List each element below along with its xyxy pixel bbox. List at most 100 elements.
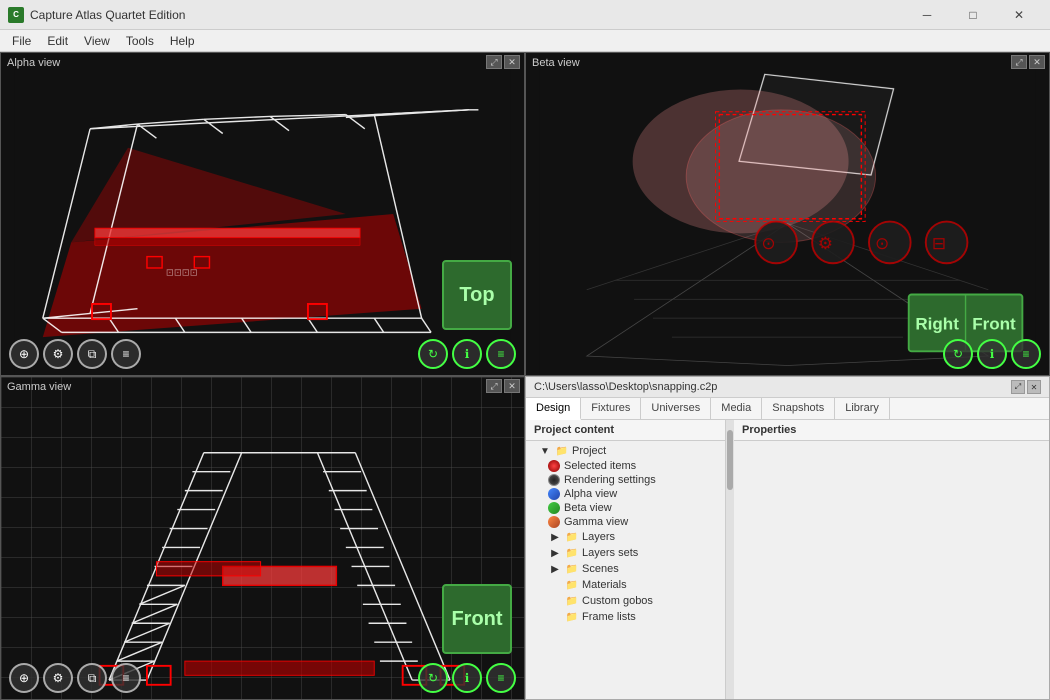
gamma-view-orientation-cube[interactable]: Front: [442, 584, 512, 654]
tree-item-beta[interactable]: Beta view: [526, 501, 725, 515]
tree-item-rendering[interactable]: Rendering settings: [526, 473, 725, 487]
tree-scroll-thumb[interactable]: [727, 430, 733, 490]
alpha-settings-button[interactable]: ⚙: [43, 339, 73, 369]
minimize-button[interactable]: ─: [904, 0, 950, 30]
alpha-list-button[interactable]: ≡: [111, 339, 141, 369]
svg-text:⊙: ⊙: [875, 234, 889, 253]
gamma-menu-button[interactable]: ≡: [486, 663, 516, 693]
beta-view-icon: [548, 502, 560, 514]
tree-item-scenes[interactable]: ▶ 📁 Scenes: [526, 561, 725, 577]
tab-universes[interactable]: Universes: [641, 398, 711, 419]
tree-label-selected: Selected items: [564, 460, 636, 472]
rendering-icon: [548, 474, 560, 486]
tree-item-framelists[interactable]: 📁 Frame lists: [526, 609, 725, 625]
svg-text:⊡⊡⊡⊡: ⊡⊡⊡⊡: [166, 268, 198, 279]
tree-label-gobos: Custom gobos: [582, 595, 653, 607]
beta-menu-button[interactable]: ≡: [1011, 339, 1041, 369]
tab-fixtures[interactable]: Fixtures: [581, 398, 641, 419]
gamma-view-label: Gamma view: [7, 381, 71, 393]
app-title: Capture Atlas Quartet Edition: [30, 8, 904, 22]
tab-snapshots[interactable]: Snapshots: [762, 398, 835, 419]
tab-media[interactable]: Media: [711, 398, 762, 419]
beta-undock-button[interactable]: ⤢: [1011, 55, 1027, 69]
tree-item-materials[interactable]: 📁 Materials: [526, 577, 725, 593]
tree-item-gamma[interactable]: Gamma view: [526, 515, 725, 529]
menu-help[interactable]: Help: [162, 32, 203, 50]
tree-item-project[interactable]: ▼ 📁 Project: [526, 443, 725, 459]
gamma-list-button[interactable]: ≡: [111, 663, 141, 693]
materials-spacer: [548, 578, 562, 592]
beta-bottom-controls: ↻ ℹ ≡: [526, 339, 1049, 369]
menu-view[interactable]: View: [76, 32, 118, 50]
tree-item-alpha[interactable]: Alpha view: [526, 487, 725, 501]
alpha-view-orientation-cube[interactable]: Top: [442, 260, 512, 330]
gamma-info-button[interactable]: ℹ: [452, 663, 482, 693]
menu-tools[interactable]: Tools: [118, 32, 162, 50]
beta-refresh-button[interactable]: ↻: [943, 339, 973, 369]
gamma-close-button[interactable]: ✕: [504, 379, 520, 393]
gamma-settings-button[interactable]: ⚙: [43, 663, 73, 693]
gamma-camera-button[interactable]: ⧉: [77, 663, 107, 693]
design-tabs: Design Fixtures Universes Media Snapshot…: [526, 398, 1049, 420]
alpha-view-label: Alpha view: [7, 57, 60, 69]
properties-section: Properties: [734, 420, 1049, 699]
tree-item-selected[interactable]: Selected items: [526, 459, 725, 473]
gamma-undock-button[interactable]: ⤢: [486, 379, 502, 393]
layers-folder-icon: 📁: [565, 530, 579, 544]
menu-file[interactable]: File: [4, 32, 39, 50]
maximize-button[interactable]: □: [950, 0, 996, 30]
beta-view-top-controls: ⤢ ✕: [1011, 55, 1045, 69]
tree-label-layers-sets: Layers sets: [582, 547, 638, 559]
alpha-camera-button[interactable]: ⧉: [77, 339, 107, 369]
alpha-refresh-button[interactable]: ↻: [418, 339, 448, 369]
alpha-close-button[interactable]: ✕: [504, 55, 520, 69]
layersets-folder-icon: 📁: [565, 546, 579, 560]
alpha-view-left-controls: ⊕ ⚙ ⧉ ≡: [9, 339, 141, 369]
alpha-info-button[interactable]: ℹ: [452, 339, 482, 369]
menubar: File Edit View Tools Help: [0, 30, 1050, 52]
beta-view-right-controls: ↻ ℹ ≡: [943, 339, 1041, 369]
tab-design[interactable]: Design: [526, 398, 581, 420]
alpha-target-button[interactable]: ⊕: [9, 339, 39, 369]
panel-close-button[interactable]: ✕: [1027, 380, 1041, 394]
tab-library[interactable]: Library: [835, 398, 890, 419]
menu-edit[interactable]: Edit: [39, 32, 76, 50]
alpha-view-icon: [548, 488, 560, 500]
project-content-header: Project content: [526, 420, 725, 441]
gamma-refresh-button[interactable]: ↻: [418, 663, 448, 693]
tree-item-gobos[interactable]: 📁 Custom gobos: [526, 593, 725, 609]
tree-item-layers[interactable]: ▶ 📁 Layers: [526, 529, 725, 545]
panel-window-controls: ⤢ ✕: [1011, 380, 1041, 394]
beta-view-panel: Beta view ⤢ ✕: [525, 52, 1050, 376]
tree-label-alpha: Alpha view: [564, 488, 617, 500]
materials-folder-icon: 📁: [565, 578, 579, 592]
beta-info-button[interactable]: ℹ: [977, 339, 1007, 369]
tree-scrollbar[interactable]: [726, 420, 734, 699]
gamma-view-icon: [548, 516, 560, 528]
folder-icon: 📁: [555, 444, 569, 458]
gamma-view-right-controls: ↻ ℹ ≡: [418, 663, 516, 693]
tree-label-scenes: Scenes: [582, 563, 619, 575]
tree-label-gamma: Gamma view: [564, 516, 628, 528]
alpha-view-panel: Alpha view ⤢ ✕: [0, 52, 525, 376]
alpha-view-right-controls: ↻ ℹ ≡: [418, 339, 516, 369]
beta-view-label: Beta view: [532, 57, 580, 69]
svg-text:⚙: ⚙: [818, 234, 833, 253]
alpha-undock-button[interactable]: ⤢: [486, 55, 502, 69]
svg-text:⊟: ⊟: [932, 234, 946, 253]
tree-label-project: Project: [572, 445, 606, 457]
alpha-menu-button[interactable]: ≡: [486, 339, 516, 369]
app-icon: C: [8, 7, 24, 23]
beta-close-button[interactable]: ✕: [1029, 55, 1045, 69]
panel-undock-button[interactable]: ⤢: [1011, 380, 1025, 394]
alpha-view-top-controls: ⤢ ✕: [486, 55, 520, 69]
gamma-target-button[interactable]: ⊕: [9, 663, 39, 693]
tree-item-layers-sets[interactable]: ▶ 📁 Layers sets: [526, 545, 725, 561]
close-button[interactable]: ✕: [996, 0, 1042, 30]
tree-label-rendering: Rendering settings: [564, 474, 656, 486]
project-tree-body: ▼ 📁 Project Selected items Rendering: [526, 441, 725, 699]
properties-header: Properties: [734, 420, 1049, 441]
selected-items-icon: [548, 460, 560, 472]
svg-text:Right: Right: [915, 315, 959, 334]
gamma-view-panel: Gamma view ⤢ ✕: [0, 376, 525, 700]
